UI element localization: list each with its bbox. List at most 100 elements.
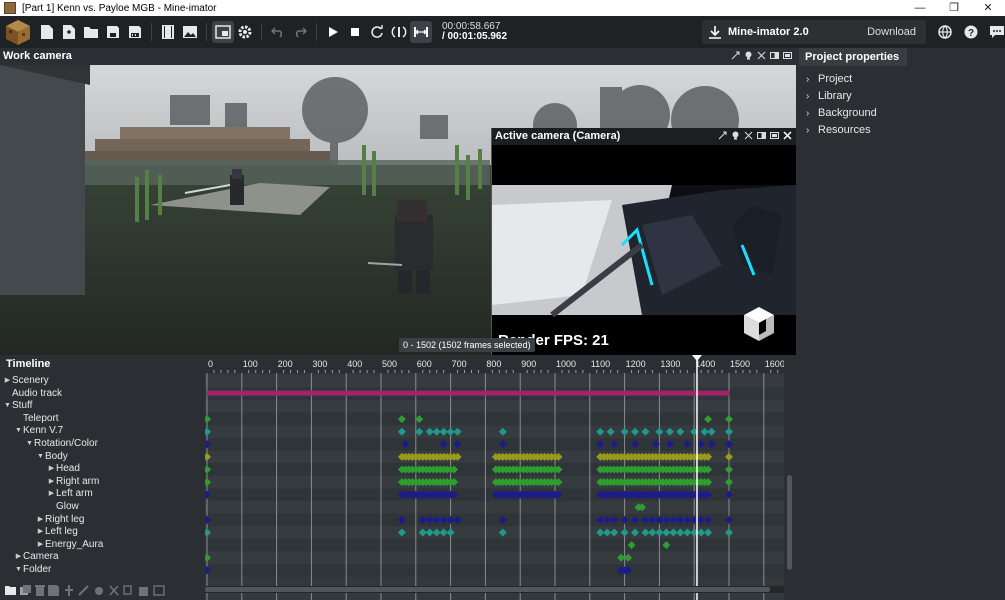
close-panel-icon[interactable] bbox=[783, 131, 792, 140]
duplicate-icon[interactable] bbox=[20, 585, 32, 596]
timeline-track-row[interactable]: ▼ Body bbox=[0, 451, 205, 464]
settings-gear-icon[interactable] bbox=[234, 21, 256, 43]
timecode-display: 00:00:58.667 / 00:01:05.962 bbox=[442, 22, 507, 42]
timeline-track-row[interactable]: ▶ Scenery bbox=[0, 375, 205, 388]
prop-item-resources[interactable]: › Resources bbox=[796, 122, 1005, 139]
ruler-tick-label: 1100 bbox=[591, 359, 610, 369]
expand-down-icon[interactable]: ▼ bbox=[14, 564, 23, 577]
scrollbar-thumb[interactable] bbox=[787, 475, 792, 570]
light-bulb-icon[interactable] bbox=[731, 131, 740, 140]
keyframe-add-icon[interactable] bbox=[63, 585, 75, 596]
expand-right-icon[interactable]: ▶ bbox=[36, 539, 45, 552]
timeline-track-row[interactable]: Teleport bbox=[0, 413, 205, 426]
expand-down-icon[interactable]: ▼ bbox=[14, 425, 23, 438]
expand-down-icon[interactable]: ▼ bbox=[25, 438, 34, 451]
timeline-track-row[interactable]: ▼ Rotation/Color bbox=[0, 438, 205, 451]
download-button[interactable]: Download bbox=[867, 26, 916, 38]
split-view-icon[interactable] bbox=[770, 51, 779, 60]
ruler-tick-label: 300 bbox=[312, 359, 327, 369]
timeline-track-row[interactable]: ▶ Camera bbox=[0, 551, 205, 564]
expand-down-icon[interactable]: ▼ bbox=[36, 451, 45, 464]
close-button[interactable]: ✕ bbox=[971, 0, 1005, 16]
timeline-track-row[interactable]: Glow bbox=[0, 501, 205, 514]
horizontal-scrollbar-thumb[interactable] bbox=[205, 587, 770, 592]
time-range-icon[interactable] bbox=[410, 21, 432, 43]
light-bulb-icon[interactable] bbox=[744, 51, 753, 60]
new-folder-icon[interactable] bbox=[5, 585, 17, 596]
timeline-track-row[interactable]: ▼ Stuff bbox=[0, 400, 205, 413]
visibility-icon[interactable] bbox=[744, 131, 753, 140]
keyframe-paint-icon[interactable] bbox=[93, 585, 105, 596]
track-label: Teleport bbox=[23, 412, 59, 424]
split-view-icon[interactable] bbox=[757, 131, 766, 140]
timeline-title: Timeline bbox=[0, 355, 205, 373]
chevron-right-icon: › bbox=[806, 108, 810, 119]
expand-right-icon[interactable]: ▶ bbox=[14, 551, 23, 564]
camera-move-icon[interactable] bbox=[718, 131, 727, 140]
timeline-track-row[interactable]: ▶ Right arm bbox=[0, 476, 205, 489]
timeline-track-tree: ▶ Scenery Audio track ▼ Stuff Teleport ▼ Kenn V… bbox=[0, 375, 205, 580]
new-from-template-icon[interactable] bbox=[58, 21, 80, 43]
seek-marker-icon[interactable] bbox=[388, 21, 410, 43]
timeline-track-row[interactable]: ▶ Left arm bbox=[0, 488, 205, 501]
prop-item-project[interactable]: › Project bbox=[796, 71, 1005, 88]
clear-icon[interactable] bbox=[153, 585, 165, 596]
redo-icon[interactable] bbox=[289, 21, 311, 43]
timeline-keyframe-grid[interactable]: 0 100 200 300 400 500 600 700 800 900 1000 1100 1200… bbox=[205, 355, 796, 600]
ruler-tick-label: 1300 bbox=[660, 359, 680, 369]
undo-icon[interactable] bbox=[267, 21, 289, 43]
keyframe-edit-icon[interactable] bbox=[78, 585, 90, 596]
copy-icon[interactable] bbox=[123, 585, 135, 596]
timeline-track-row[interactable]: ▶ Energy_Aura bbox=[0, 539, 205, 552]
expand-down-icon[interactable]: ▼ bbox=[3, 400, 12, 413]
expand-right-icon[interactable]: ▶ bbox=[47, 463, 56, 476]
delete-icon[interactable] bbox=[35, 585, 45, 596]
prop-item-library[interactable]: › Library bbox=[796, 88, 1005, 105]
new-project-icon[interactable] bbox=[36, 21, 58, 43]
expand-right-icon[interactable]: ▶ bbox=[36, 526, 45, 539]
ruler-tick-label: 1500 bbox=[730, 359, 750, 369]
feedback-icon[interactable] bbox=[986, 21, 1005, 43]
track-label: Left arm bbox=[56, 488, 93, 500]
visibility-icon[interactable] bbox=[757, 51, 766, 60]
stop-icon[interactable] bbox=[344, 21, 366, 43]
save-object-icon[interactable] bbox=[48, 585, 60, 596]
timeline-vertical-scrollbar[interactable] bbox=[784, 355, 796, 600]
loop-icon[interactable] bbox=[366, 21, 388, 43]
play-icon[interactable] bbox=[322, 21, 344, 43]
expand-right-icon[interactable]: ▶ bbox=[47, 488, 56, 501]
fullscreen-icon[interactable] bbox=[770, 131, 779, 140]
timeline-track-row[interactable]: ▶ Left leg bbox=[0, 526, 205, 539]
audio-clip-bar[interactable] bbox=[207, 390, 730, 396]
timeline-track-row[interactable]: ▼ Kenn V.7 bbox=[0, 425, 205, 438]
toolbar-divider bbox=[316, 23, 317, 41]
save-as-icon[interactable] bbox=[124, 21, 146, 43]
fullscreen-icon[interactable] bbox=[783, 51, 792, 60]
update-banner[interactable]: Mine-imator 2.0 Download bbox=[702, 20, 926, 44]
project-properties-tab[interactable]: Project properties bbox=[799, 48, 908, 66]
timeline-grid-canvas[interactable]: 0 100 200 300 400 500 600 700 800 900 1000 1100 1200… bbox=[205, 355, 796, 600]
render-movie-icon[interactable] bbox=[157, 21, 179, 43]
expand-right-icon[interactable]: ▶ bbox=[47, 476, 56, 489]
cut-icon[interactable] bbox=[108, 585, 120, 596]
prop-item-background[interactable]: › Background bbox=[796, 105, 1005, 122]
expand-right-icon[interactable]: ▶ bbox=[3, 375, 12, 388]
render-preview[interactable]: Render FPS: 21 bbox=[492, 145, 796, 355]
save-icon[interactable] bbox=[102, 21, 124, 43]
open-folder-icon[interactable] bbox=[80, 21, 102, 43]
timeline-track-row[interactable]: ▼ Folder bbox=[0, 564, 205, 577]
camera-move-icon[interactable] bbox=[731, 51, 740, 60]
expand-right-icon[interactable]: ▶ bbox=[36, 514, 45, 527]
selection-tooltip: 0 - 1502 (1502 frames selected) bbox=[399, 338, 535, 352]
timeline-track-row[interactable]: ▶ Head bbox=[0, 463, 205, 476]
camera-view-icon[interactable] bbox=[212, 21, 234, 43]
render-image-icon[interactable] bbox=[179, 21, 201, 43]
ruler-tick-label: 500 bbox=[382, 359, 397, 369]
timeline-track-row[interactable]: ▶ Right leg bbox=[0, 514, 205, 527]
website-globe-icon[interactable] bbox=[934, 21, 956, 43]
paste-icon[interactable] bbox=[138, 585, 150, 596]
maximize-button[interactable]: ❐ bbox=[937, 0, 971, 16]
minimize-button[interactable]: — bbox=[903, 0, 937, 16]
help-icon[interactable]: ? bbox=[960, 21, 982, 43]
timeline-track-row[interactable]: Audio track bbox=[0, 388, 205, 401]
